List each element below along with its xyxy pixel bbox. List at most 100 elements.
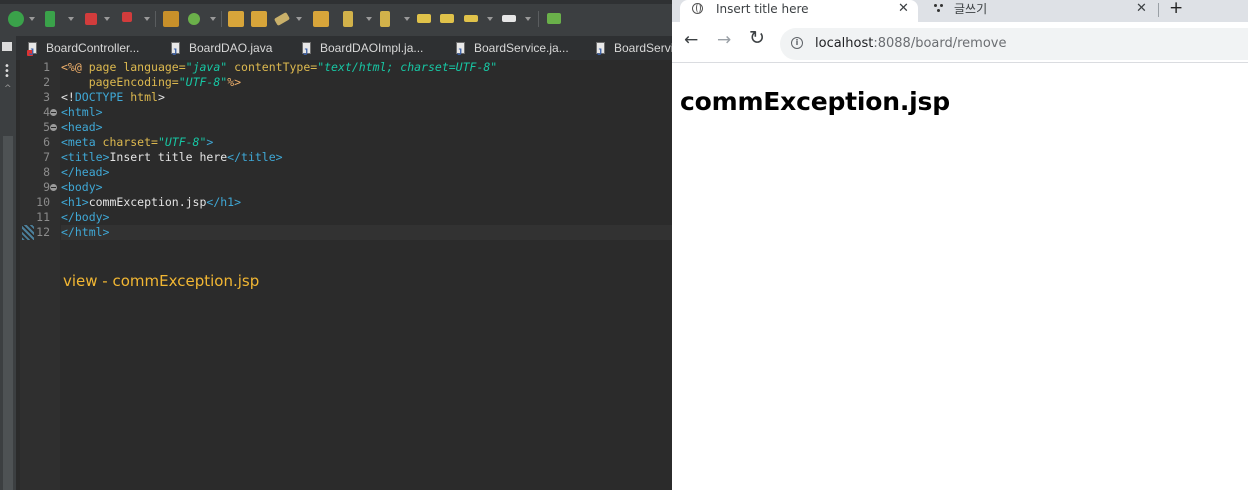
toolbar-top-border <box>0 0 672 4</box>
code-line-5: <head> <box>61 120 103 134</box>
code-line-6: <meta charset="UTF-8"> <box>61 135 214 149</box>
line-number: 4 <box>43 105 50 119</box>
forward-icon[interactable] <box>502 15 516 22</box>
browser-toolbar: ← → ↻ i localhost:8088/board/remove <box>672 22 1248 63</box>
line-number: 3 <box>43 90 50 104</box>
browser-tab-active[interactable]: Insert title here ✕ <box>680 0 918 22</box>
open-perspective-icon[interactable] <box>547 13 561 24</box>
line-number: 9 <box>43 180 50 194</box>
debug-dropdown-icon[interactable] <box>68 17 74 21</box>
annotation-text: view - commException.jsp <box>63 272 260 290</box>
site-info-icon[interactable]: i <box>791 37 803 49</box>
tab-divider <box>1158 3 1159 17</box>
ide-left-trim: • • • ^ <box>0 36 16 490</box>
code-line-12: </html> <box>61 225 110 239</box>
dots-icon <box>934 4 944 14</box>
code-line-4: <html> <box>61 105 103 119</box>
left-scrollbar[interactable] <box>3 136 13 490</box>
code-line-9: <body> <box>61 180 103 194</box>
eclipse-ide-panel: BoardController... BoardDAO.java BoardDA… <box>0 0 674 490</box>
fold-toggle-icon[interactable] <box>50 109 57 116</box>
forward-dropdown-icon[interactable] <box>525 17 531 21</box>
back-icon[interactable] <box>464 15 478 22</box>
prev-annotation-dropdown-icon[interactable] <box>404 17 410 21</box>
refresh-icon[interactable] <box>188 13 200 25</box>
brush-dropdown-icon[interactable] <box>296 17 302 21</box>
ide-toolbar <box>0 0 672 36</box>
editor-tab-label: BoardDAO.java <box>189 41 273 55</box>
open-folder-icon[interactable] <box>251 11 267 27</box>
line-number: 6 <box>43 135 50 149</box>
code-line-8: </head> <box>61 165 110 179</box>
url-text: localhost:8088/board/remove <box>815 36 1007 51</box>
java-file-icon <box>596 40 605 64</box>
browser-tab-title: 글쓰기 <box>954 2 988 16</box>
line-number: 11 <box>36 210 50 224</box>
line-number-gutter: 1 2 3 4 5 6 7 8 9 10 11 12 <box>20 60 60 490</box>
url-host: localhost <box>815 36 874 51</box>
stop-dropdown-icon[interactable] <box>104 17 110 21</box>
line-number: 2 <box>43 75 50 89</box>
stop-icon[interactable] <box>85 13 97 25</box>
fold-toggle-icon[interactable] <box>50 124 57 131</box>
line-number: 1 <box>43 60 50 74</box>
line-number: 10 <box>36 195 50 209</box>
globe-icon <box>692 3 703 14</box>
line-number: 5 <box>43 120 50 134</box>
server-stop-icon[interactable] <box>122 12 132 22</box>
java-file-error-icon <box>27 40 37 64</box>
address-bar[interactable]: i localhost:8088/board/remove <box>780 28 1248 60</box>
new-tab-button[interactable]: + <box>1169 0 1183 17</box>
current-line-marker <box>22 225 34 240</box>
close-tab-icon[interactable]: ✕ <box>1136 0 1147 17</box>
forward-arrow-icon[interactable]: → <box>717 32 731 49</box>
editor-tab-label: BoardController... <box>46 41 140 55</box>
back-arrow-icon[interactable]: ← <box>684 32 698 49</box>
toolbar-separator <box>221 11 222 27</box>
server-dropdown-icon[interactable] <box>144 17 150 21</box>
open-type-icon[interactable] <box>228 11 244 27</box>
editor-tab-label: BoardService.ja... <box>474 41 569 55</box>
java-file-icon <box>171 40 180 64</box>
line-number: 8 <box>43 165 50 179</box>
open-task-icon[interactable] <box>313 11 329 27</box>
code-line-7: <title>Insert title here</title> <box>61 150 283 164</box>
reload-icon[interactable]: ↻ <box>749 29 765 48</box>
forward-edit-icon[interactable] <box>440 14 454 23</box>
browser-window: Insert title here ✕ 글쓰기 ✕ + ← → ↻ i loca… <box>672 0 1248 490</box>
prev-annotation-icon[interactable] <box>380 11 390 27</box>
back-dropdown-icon[interactable] <box>487 17 493 21</box>
java-file-icon <box>302 40 311 64</box>
code-line-3: <!DOCTYPE html> <box>61 90 165 104</box>
editor-tab-bar: BoardController... BoardDAO.java BoardDA… <box>0 36 674 64</box>
next-annotation-icon[interactable] <box>343 11 353 27</box>
last-edit-icon[interactable] <box>417 14 431 23</box>
view-menu-icon[interactable]: • • • <box>4 62 10 82</box>
code-line-10: <h1>commException.jsp</h1> <box>61 195 242 209</box>
refresh-dropdown-icon[interactable] <box>210 17 216 21</box>
code-line-2: pageEncoding="UTF-8"%> <box>88 75 242 89</box>
browser-tab-inactive[interactable]: 글쓰기 ✕ <box>922 0 1158 22</box>
run-icon[interactable] <box>8 11 24 27</box>
scroll-up-icon[interactable]: ^ <box>4 84 12 94</box>
run-dropdown-icon[interactable] <box>29 17 35 21</box>
browser-tab-title: Insert title here <box>716 2 809 16</box>
code-line-11: </body> <box>61 210 110 224</box>
close-tab-icon[interactable]: ✕ <box>898 0 909 17</box>
browser-tab-strip: Insert title here ✕ 글쓰기 ✕ + <box>672 0 1248 22</box>
page-heading: commException.jsp <box>680 87 950 116</box>
current-line-highlight <box>61 225 672 240</box>
editor-tab-label: BoardDAOImpl.ja... <box>320 41 424 55</box>
toolbar-separator <box>155 11 156 27</box>
annotation-dropdown-icon[interactable] <box>366 17 372 21</box>
debug-icon[interactable] <box>45 11 55 27</box>
java-file-icon <box>456 40 465 64</box>
url-path: :8088/board/remove <box>873 36 1007 51</box>
code-line-1: <%@ page language="java" contentType="te… <box>61 60 498 74</box>
minimize-view-icon[interactable] <box>2 42 12 51</box>
editor-tab-label: BoardServi <box>614 41 674 55</box>
toolbar-separator <box>538 11 539 27</box>
fold-toggle-icon[interactable] <box>50 184 57 191</box>
brush-icon[interactable] <box>273 12 291 26</box>
new-package-icon[interactable] <box>163 11 179 27</box>
